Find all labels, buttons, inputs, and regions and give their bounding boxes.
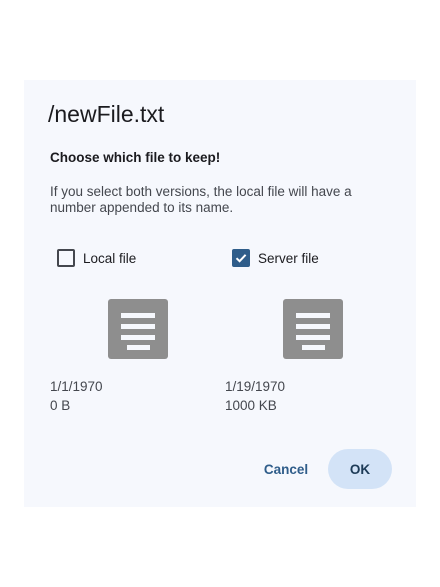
server-file-size: 1000 KB (225, 398, 277, 413)
conflict-dialog: /newFile.txt Choose which file to keep! … (24, 80, 416, 507)
document-icon (108, 299, 168, 359)
local-file-checkbox[interactable] (57, 249, 75, 267)
document-icon (283, 299, 343, 359)
dialog-description: If you select both versions, the local f… (50, 184, 352, 215)
local-file-date: 1/1/1970 (50, 379, 103, 394)
cancel-button[interactable]: Cancel (252, 449, 320, 489)
local-file-size: 0 B (50, 398, 71, 413)
dialog-title: /newFile.txt (48, 101, 165, 127)
local-file-label: Local file (83, 250, 137, 266)
dialog-subtitle: Choose which file to keep! (50, 150, 221, 165)
server-file-checkbox[interactable] (232, 249, 250, 267)
server-file-label: Server file (258, 250, 319, 266)
local-file-option[interactable]: Local file (57, 248, 136, 268)
checkmark-icon (235, 254, 247, 263)
server-file-date: 1/19/1970 (225, 379, 286, 394)
ok-button[interactable]: OK (328, 449, 392, 489)
server-file-option[interactable]: Server file (232, 248, 319, 268)
